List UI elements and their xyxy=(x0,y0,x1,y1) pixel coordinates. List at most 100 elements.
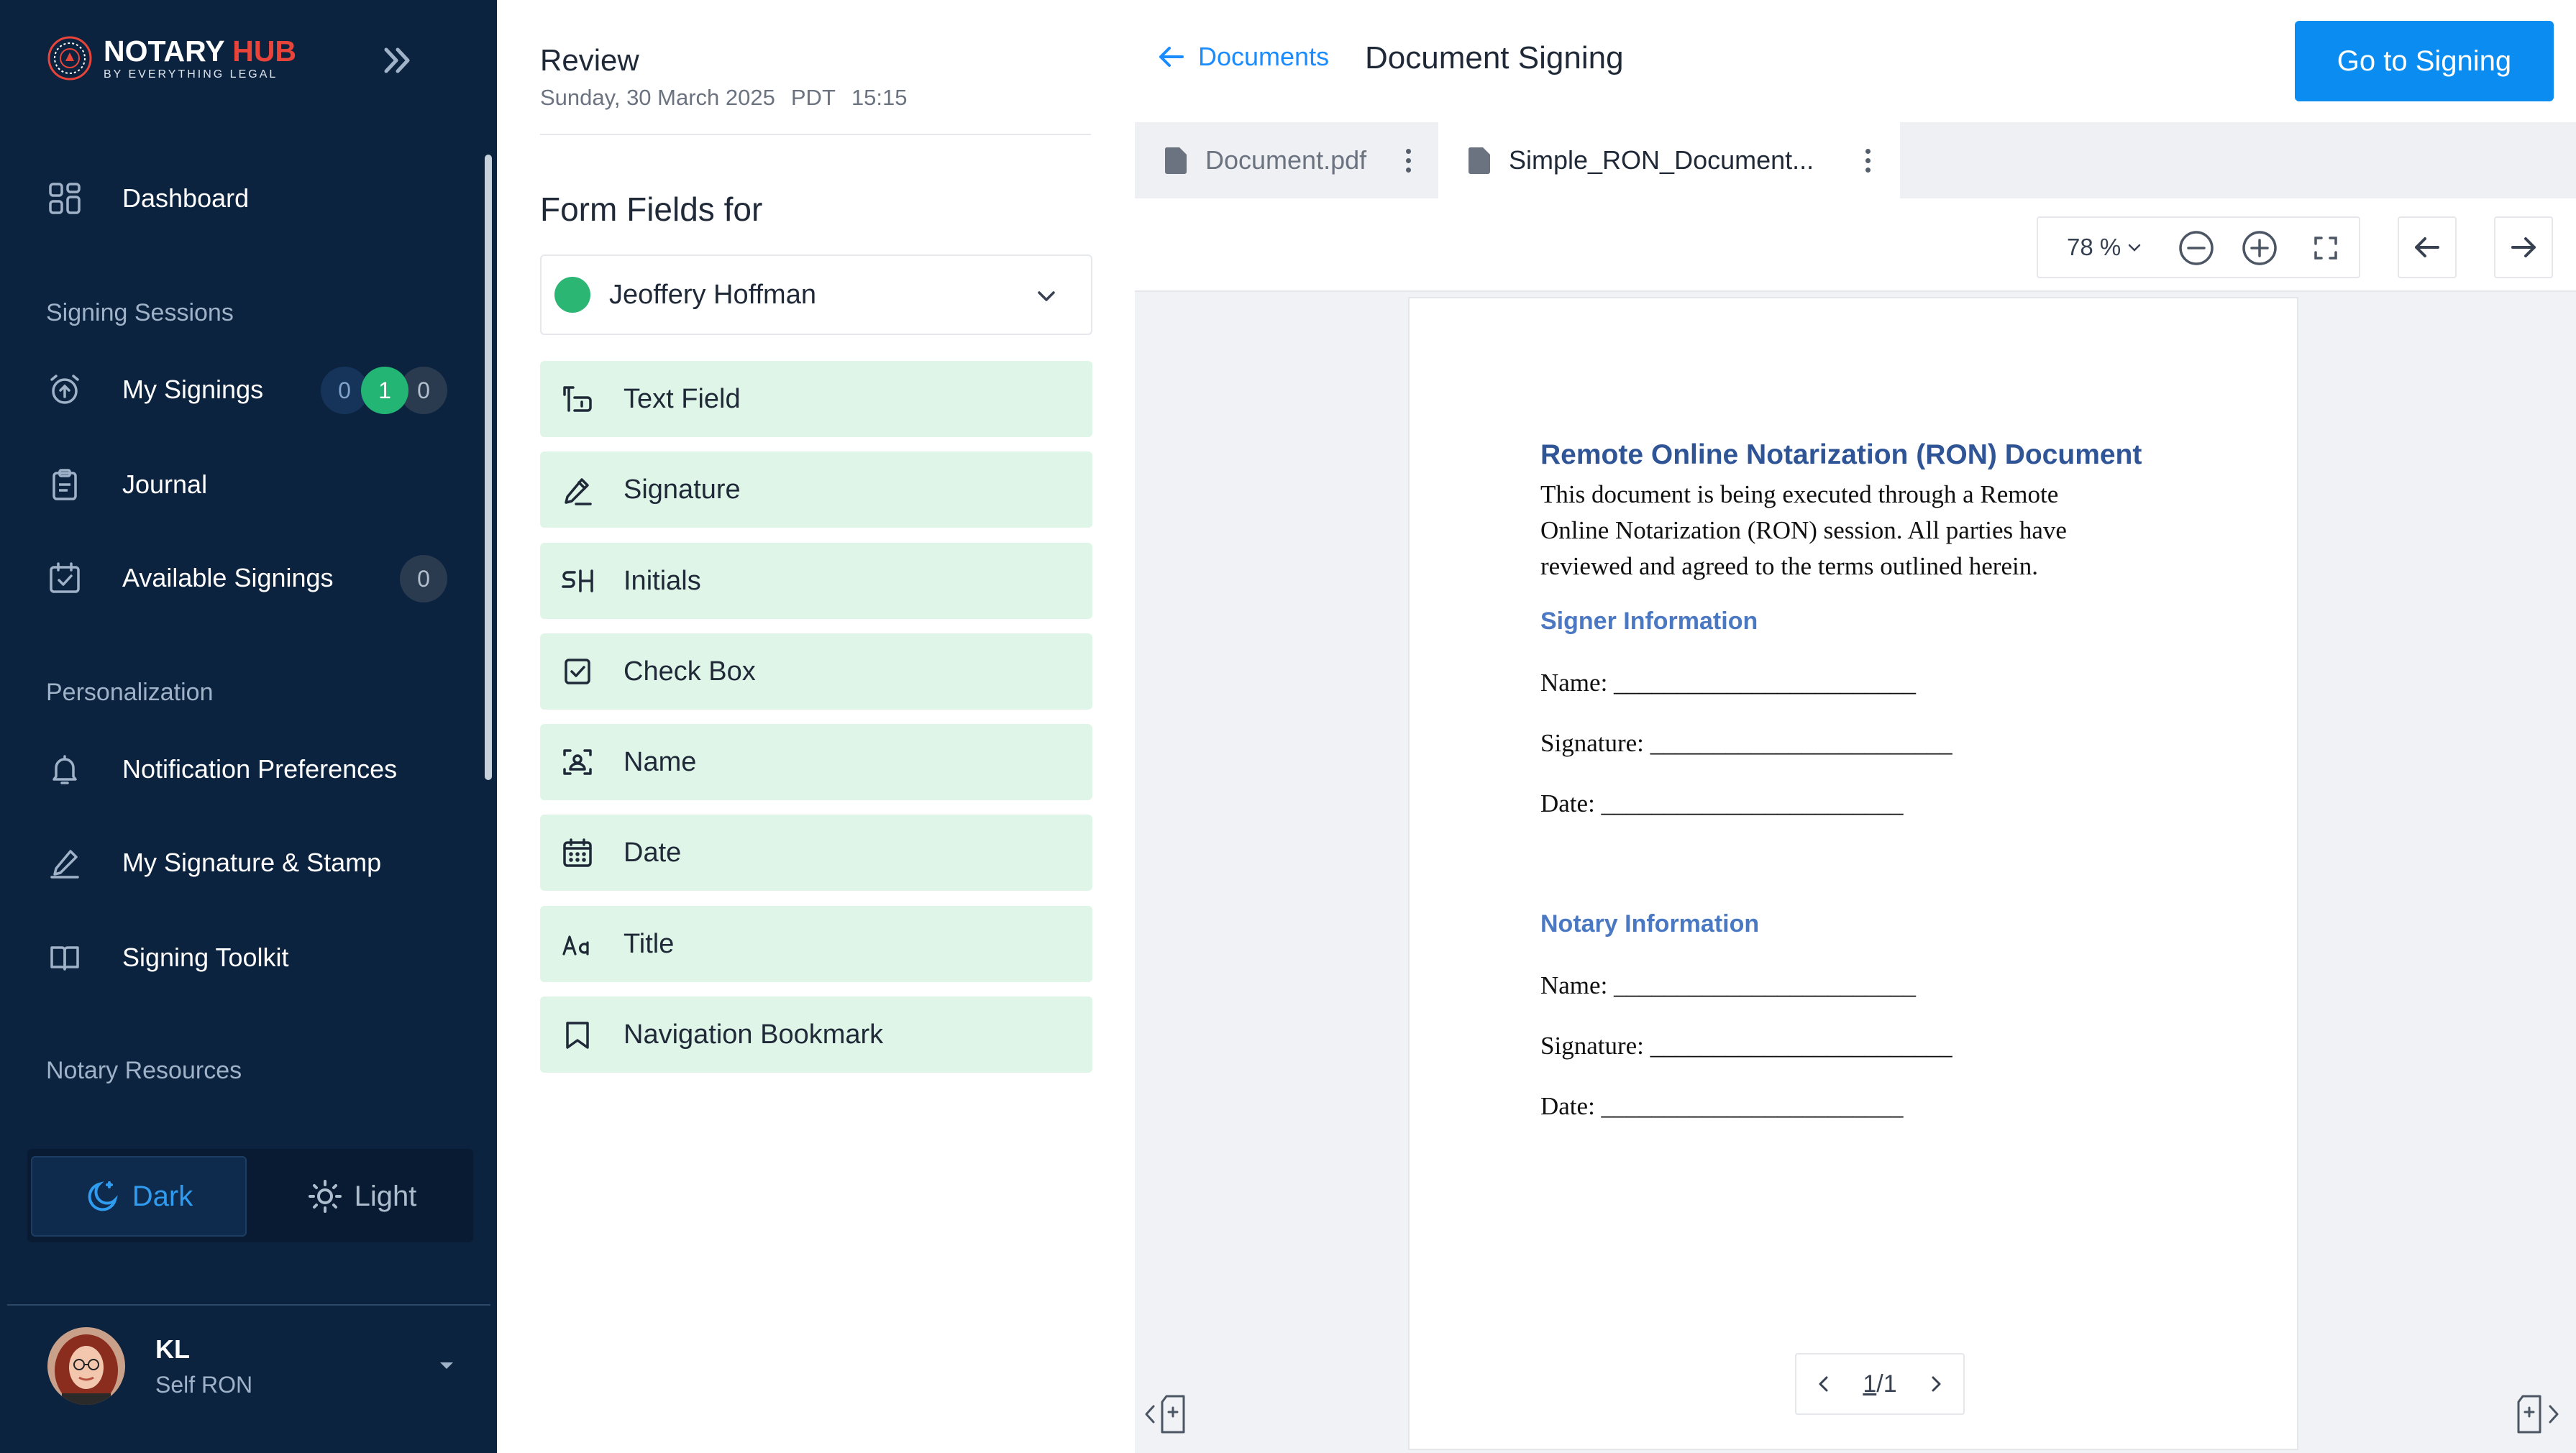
field-label: Date xyxy=(624,837,682,868)
chevron-down-icon xyxy=(1038,291,1055,301)
arrow-left-icon xyxy=(1159,47,1184,67)
field-title[interactable]: Title xyxy=(540,906,1092,982)
document-tabs: Document.pdf Simple_RON_Document... xyxy=(1135,122,2576,198)
sidebar-scrollbar[interactable] xyxy=(485,155,492,780)
current-page[interactable]: 1 xyxy=(1863,1370,1876,1398)
chevron-right-icon xyxy=(1932,1376,1941,1392)
available-signings-count: 0 xyxy=(400,555,447,602)
tab-label: Document.pdf xyxy=(1205,145,1367,175)
minus-circle-icon xyxy=(2179,231,2214,265)
notary-name-line: Name: ________________________ xyxy=(1540,971,1917,999)
checkbox-icon xyxy=(560,654,595,689)
moon-icon xyxy=(88,1181,118,1211)
field-initials[interactable]: Initials xyxy=(540,543,1092,619)
arrow-right-icon xyxy=(2511,237,2536,257)
zoom-controls: 78 % xyxy=(2037,216,2360,278)
user-menu[interactable]: KL Self RON xyxy=(47,1323,457,1409)
sidebar-item-signature-stamp[interactable]: My Signature & Stamp xyxy=(46,841,449,884)
document-heading: Remote Online Notarization (RON) Documen… xyxy=(1540,439,2142,470)
previous-page-button[interactable] xyxy=(1811,1370,1837,1398)
bookmark-icon xyxy=(560,1017,595,1052)
notary-date-line: Date: ________________________ xyxy=(1540,1092,1904,1120)
sidebar-item-label: My Signature & Stamp xyxy=(122,848,382,877)
notary-hub-logo-icon xyxy=(47,36,92,81)
section-label-notary-resources: Notary Resources xyxy=(46,1057,242,1084)
go-to-signing-button[interactable]: Go to Signing xyxy=(2295,21,2554,101)
field-navigation-bookmark[interactable]: Navigation Bookmark xyxy=(540,996,1092,1073)
back-link-label: Documents xyxy=(1198,42,1330,71)
zoom-in-button[interactable] xyxy=(2238,226,2281,270)
sidebar-item-available-signings[interactable]: Available Signings xyxy=(46,556,449,600)
tab-menu-button[interactable] xyxy=(1857,142,1878,178)
brand[interactable]: NOTARY HUB BY EVERYTHING LEGAL xyxy=(46,35,296,82)
next-document-button[interactable] xyxy=(2494,216,2553,278)
tab-label: Simple_RON_Document... xyxy=(1509,145,1814,175)
user-role: Self RON xyxy=(155,1371,253,1398)
sidebar-item-label: Available Signings xyxy=(122,563,334,592)
page-indicator: 1/1 xyxy=(1863,1370,1897,1398)
signer-color-dot xyxy=(554,277,590,313)
total-pages: 1 xyxy=(1883,1370,1897,1398)
chevrons-right-icon xyxy=(384,47,410,73)
file-icon xyxy=(1164,147,1187,174)
sidebar-item-journal[interactable]: Journal xyxy=(46,463,449,506)
field-signature[interactable]: Signature xyxy=(540,452,1092,528)
next-page-button[interactable] xyxy=(1923,1370,1949,1398)
pen-line-icon xyxy=(46,844,83,881)
theme-dark-label: Dark xyxy=(132,1180,193,1212)
sidebar-item-dashboard[interactable]: Dashboard xyxy=(46,177,449,220)
sidebar-item-signing-toolkit[interactable]: Signing Toolkit xyxy=(46,936,449,979)
sidebar-item-label: Notification Preferences xyxy=(122,754,398,784)
intro-line: Online Notarization (RON) session. All p… xyxy=(1540,516,2067,544)
zoom-level-select[interactable]: 78 % xyxy=(2067,234,2144,261)
clipboard-icon xyxy=(46,466,83,503)
sidebar-item-label: Dashboard xyxy=(122,183,250,213)
previous-document-button[interactable] xyxy=(2398,216,2457,278)
insert-page-before-button[interactable] xyxy=(1142,1389,1200,1439)
tab-simple-ron-document[interactable]: Simple_RON_Document... xyxy=(1438,122,1900,198)
section-label-personalization: Personalization xyxy=(46,679,214,706)
signer-select[interactable]: Jeoffery Hoffman xyxy=(540,255,1092,335)
notary-signature-line: Signature: ________________________ xyxy=(1540,1032,1952,1060)
page-title: Document Signing xyxy=(1365,40,1624,75)
bell-icon xyxy=(46,751,83,788)
zoom-level-value: 78 % xyxy=(2067,234,2121,260)
sidebar-item-notification-preferences[interactable]: Notification Preferences xyxy=(46,748,449,791)
section-label-signing-sessions: Signing Sessions xyxy=(46,299,234,326)
field-name[interactable]: Name xyxy=(540,724,1092,800)
field-label: Navigation Bookmark xyxy=(624,1019,884,1050)
back-to-documents-link[interactable]: Documents xyxy=(1156,42,1329,72)
signings-count-active: 1 xyxy=(361,367,408,414)
calendar-icon xyxy=(560,835,595,870)
review-datetime: Sunday, 30 March 2025 PDT 15:15 xyxy=(540,85,923,111)
notary-information-heading: Notary Information xyxy=(1540,910,1760,938)
insert-page-after-button[interactable] xyxy=(2506,1389,2563,1439)
zoom-out-button[interactable] xyxy=(2175,226,2218,270)
review-date: Sunday, 30 March 2025 xyxy=(540,85,775,110)
theme-light-label: Light xyxy=(354,1180,417,1212)
tab-document-pdf[interactable]: Document.pdf xyxy=(1135,122,1438,198)
theme-light-button[interactable]: Light xyxy=(254,1156,470,1237)
sidebar-item-label: My Signings xyxy=(122,375,264,404)
field-check-box[interactable]: Check Box xyxy=(540,633,1092,710)
field-date[interactable]: Date xyxy=(540,815,1092,891)
sidebar-item-label: Journal xyxy=(122,469,208,499)
calendar-check-icon xyxy=(46,559,83,597)
user-initials: KL xyxy=(155,1334,190,1364)
alarm-clock-icon xyxy=(46,371,83,408)
collapse-sidebar-button[interactable] xyxy=(374,37,420,83)
signer-name: Jeoffery Hoffman xyxy=(609,279,816,310)
field-text-field[interactable]: Text Field xyxy=(540,361,1092,437)
chevron-down-icon xyxy=(2128,244,2141,252)
form-fields-title: Form Fields for xyxy=(540,191,763,228)
tab-menu-button[interactable] xyxy=(1397,142,1419,178)
field-label: Name xyxy=(624,746,697,777)
text-field-icon xyxy=(560,382,595,416)
fullscreen-button[interactable] xyxy=(2304,226,2347,270)
field-label: Initials xyxy=(624,565,701,596)
theme-dark-button[interactable]: Dark xyxy=(31,1156,247,1237)
document-page[interactable]: Remote Online Notarization (RON) Documen… xyxy=(1410,298,2297,1449)
name-badge-icon xyxy=(560,745,595,779)
expand-icon xyxy=(2314,237,2337,260)
review-divider xyxy=(540,134,1091,135)
